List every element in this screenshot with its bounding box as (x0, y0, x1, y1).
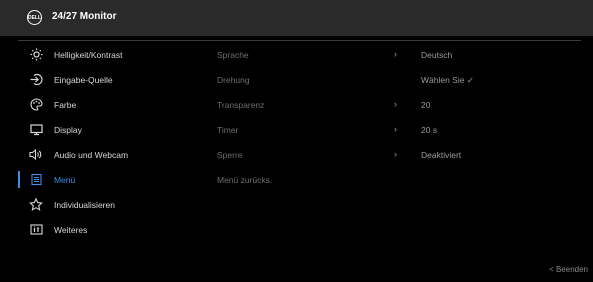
color-palette-icon (29, 98, 43, 112)
submenu-value: Deaktiviert (421, 150, 462, 160)
star-icon (29, 198, 43, 212)
input-source-icon (29, 73, 43, 87)
menu-item-label: Individualisieren (54, 199, 115, 210)
display-icon (29, 123, 43, 137)
monitor-osd: DELL 24/27 Monitor Helligkeit/Kontrast E… (0, 0, 593, 282)
menu-item-label: Display (54, 124, 82, 135)
menu-item-personalize[interactable]: Individualisieren (18, 192, 207, 217)
menu-item-label: Eingabe-Quelle (54, 74, 113, 85)
menu-item-input-source[interactable]: Eingabe-Quelle (18, 67, 207, 92)
chevron-right-icon: › (394, 124, 397, 134)
submenu-value: 20 s (421, 125, 438, 135)
submenu-value: 20 (421, 100, 431, 110)
submenu-value: Wählen Sie ✓ (421, 75, 474, 85)
chevron-right-icon: › (394, 149, 397, 159)
info-icon (29, 223, 43, 237)
menu-item-audio-webcam[interactable]: Audio und Webcam (18, 142, 207, 167)
menu-item-display[interactable]: Display (18, 117, 207, 142)
submenu-label: Drehung (217, 75, 250, 85)
submenu-label: Sperre (217, 150, 243, 160)
dell-logo: DELL (27, 10, 42, 25)
submenu-label: Menü zurücks. (217, 175, 273, 185)
menu-item-menu[interactable]: Menü (18, 167, 207, 192)
exit-button[interactable]: < Beenden (549, 265, 588, 274)
menu-item-color[interactable]: Farbe (18, 92, 207, 117)
speaker-icon (29, 148, 43, 162)
submenu-label: Timer (217, 125, 239, 135)
menu-item-label: Menü (54, 174, 76, 185)
menu-icon (29, 173, 43, 187)
menu-item-label: Weiteres (54, 224, 88, 235)
osd-title-bar: DELL 24/27 Monitor (0, 0, 593, 36)
submenu-label: Sprache (217, 50, 249, 60)
menu-item-label: Audio und Webcam (54, 149, 129, 160)
menu-item-label: Farbe (54, 99, 77, 110)
logo-text: DELL (27, 14, 42, 21)
header-divider (18, 40, 581, 41)
osd-title: 24/27 Monitor (52, 11, 117, 22)
chevron-right-icon: › (394, 49, 397, 59)
menu-item-others[interactable]: Weiteres (18, 217, 207, 242)
submenu-value: Deutsch (421, 50, 453, 60)
menu-item-brightness-contrast[interactable]: Helligkeit/Kontrast (18, 42, 207, 67)
brightness-icon (29, 48, 43, 62)
submenu-label: Transparenz (217, 100, 265, 110)
menu-item-label: Helligkeit/Kontrast (54, 49, 123, 60)
chevron-right-icon: › (394, 99, 397, 109)
